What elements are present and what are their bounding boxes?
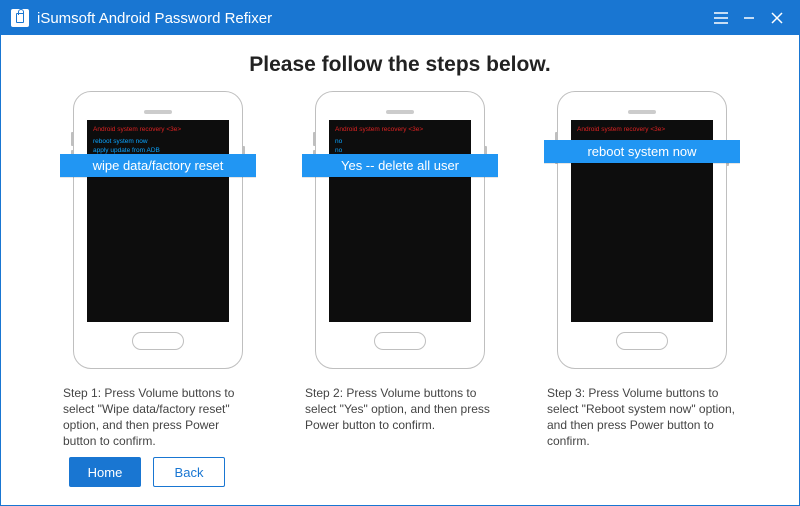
app-window: iSumsoft Android Password Refixer Please… [0, 0, 800, 506]
phone-illustration: Android system recovery <3e> reboot syst… [557, 91, 727, 369]
recovery-header-text: Android system recovery <3e> [87, 120, 229, 137]
recovery-header-text: Android system recovery <3e> [571, 120, 713, 137]
step-caption: Step 3: Press Volume buttons to select "… [547, 385, 737, 449]
close-button[interactable] [763, 4, 791, 32]
content-area: Please follow the steps below. Android s… [1, 35, 799, 505]
speaker-icon [628, 110, 656, 114]
step-caption: Step 2: Press Volume buttons to select "… [305, 385, 495, 433]
home-button-icon [132, 332, 184, 350]
action-tag: reboot system now [544, 140, 740, 163]
steps-row: Android system recovery <3e> reboot syst… [49, 91, 751, 449]
recovery-header-text: Android system recovery <3e> [329, 120, 471, 137]
minimize-button[interactable] [735, 4, 763, 32]
action-tag: wipe data/factory reset [60, 154, 256, 177]
speaker-icon [144, 110, 172, 114]
speaker-icon [386, 110, 414, 114]
recovery-menu-text: reboot system now apply update from ADB [87, 137, 229, 155]
step-1: Android system recovery <3e> reboot syst… [49, 91, 267, 449]
back-button[interactable]: Back [153, 457, 225, 487]
phone-illustration: Android system recovery <3e> no no no ye… [315, 91, 485, 369]
home-button-icon [616, 332, 668, 350]
home-button-icon [374, 332, 426, 350]
step-2: Android system recovery <3e> no no no ye… [291, 91, 509, 449]
phone-screen: Android system recovery <3e> no no no ye… [329, 120, 471, 322]
page-title: Please follow the steps below. [49, 53, 751, 77]
titlebar: iSumsoft Android Password Refixer [1, 1, 799, 35]
home-button[interactable]: Home [69, 457, 141, 487]
menu-button[interactable] [707, 4, 735, 32]
app-title: iSumsoft Android Password Refixer [37, 10, 272, 27]
phone-illustration: Android system recovery <3e> reboot syst… [73, 91, 243, 369]
action-tag: Yes -- delete all user [302, 154, 498, 177]
phone-screen: Android system recovery <3e> reboot syst… [87, 120, 229, 322]
step-caption: Step 1: Press Volume buttons to select "… [63, 385, 253, 449]
app-logo-icon [11, 9, 29, 27]
footer-buttons: Home Back [49, 457, 751, 493]
step-3: Android system recovery <3e> reboot syst… [533, 91, 751, 449]
